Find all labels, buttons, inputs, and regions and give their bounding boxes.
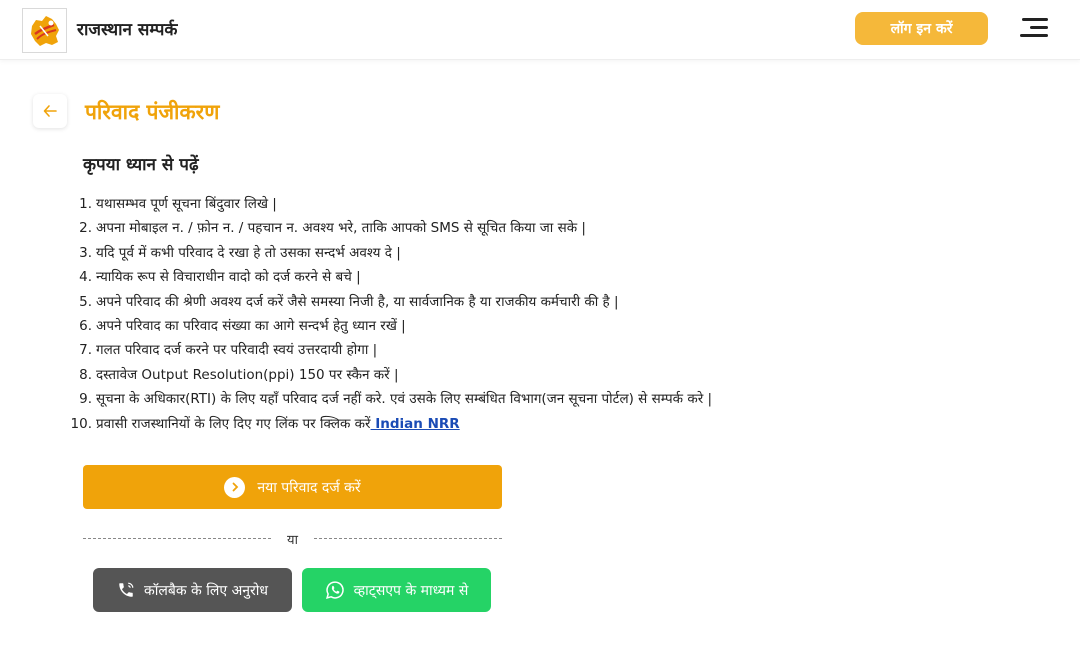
list-item: 6. अपने परिवाद का परिवाद संख्या का आगे सन… bbox=[79, 317, 406, 334]
callback-label: कॉलबैक के लिए अनुरोध bbox=[143, 582, 268, 599]
list-item: 8. दस्तावेज Output Resolution(ppi) 150 पर… bbox=[79, 366, 399, 383]
list-item: 1. यथासम्भव पूर्ण सूचना बिंदुवार लिखे | bbox=[79, 196, 277, 212]
indian-nrr-link[interactable]: Indian NRR bbox=[371, 416, 459, 432]
list-item: 10. प्रवासी राजस्थानियों के लिए दिए गए लि… bbox=[70, 415, 460, 432]
chevron-right-icon bbox=[224, 476, 246, 498]
divider-line-right bbox=[314, 538, 502, 539]
list-item: 4. न्यायिक रूप से विचाराधीन वादो को दर्ज … bbox=[79, 269, 361, 286]
hamburger-menu-icon[interactable] bbox=[1018, 16, 1050, 38]
list-item: 2. अपना मोबाइल न. / फ़ोन न. / पहचान न. अव… bbox=[79, 220, 586, 237]
instructions-list: 1. यथासम्भव पूर्ण सूचना बिंदुवार लिखे | 2… bbox=[62, 192, 962, 436]
list-item: 9. सूचना के अधिकार(RTI) के लिए यहाँ परिवा… bbox=[79, 391, 713, 408]
list-item: 5. अपने परिवाद की श्रेणी अवश्य दर्ज करें … bbox=[79, 293, 619, 310]
whatsapp-button[interactable]: व्हाट्सएप के माध्यम से bbox=[302, 568, 491, 612]
page-title: परिवाद पंजीकरण bbox=[85, 100, 220, 124]
arrow-left-icon bbox=[43, 105, 57, 117]
login-button[interactable]: लॉग इन करें bbox=[855, 12, 988, 45]
list-item: 3. यदि पूर्व में कभी परिवाद दे रखा हे तो … bbox=[79, 244, 401, 261]
or-divider: या bbox=[83, 528, 502, 548]
top-header: राजस्थान सम्पर्क लॉग इन करें bbox=[0, 0, 1080, 60]
whatsapp-icon bbox=[325, 580, 345, 600]
rajasthan-sampark-logo[interactable] bbox=[22, 8, 67, 53]
back-button[interactable] bbox=[33, 94, 67, 128]
callback-request-button[interactable]: कॉलबैक के लिए अनुरोध bbox=[93, 568, 292, 612]
notice-heading: कृपया ध्यान से पढ़ें bbox=[83, 155, 199, 175]
or-label: या bbox=[287, 533, 298, 548]
whatsapp-label: व्हाट्सएप के माध्यम से bbox=[353, 582, 469, 599]
new-complaint-button[interactable]: नया परिवाद दर्ज करें bbox=[83, 465, 502, 509]
logo-icon bbox=[30, 15, 59, 46]
phone-icon bbox=[117, 581, 135, 599]
brand-name: राजस्थान सम्पर्क bbox=[77, 20, 178, 40]
list-item: 7. गलत परिवाद दर्ज करने पर परिवादी स्वयं … bbox=[79, 342, 378, 359]
new-complaint-label: नया परिवाद दर्ज करें bbox=[257, 479, 361, 496]
